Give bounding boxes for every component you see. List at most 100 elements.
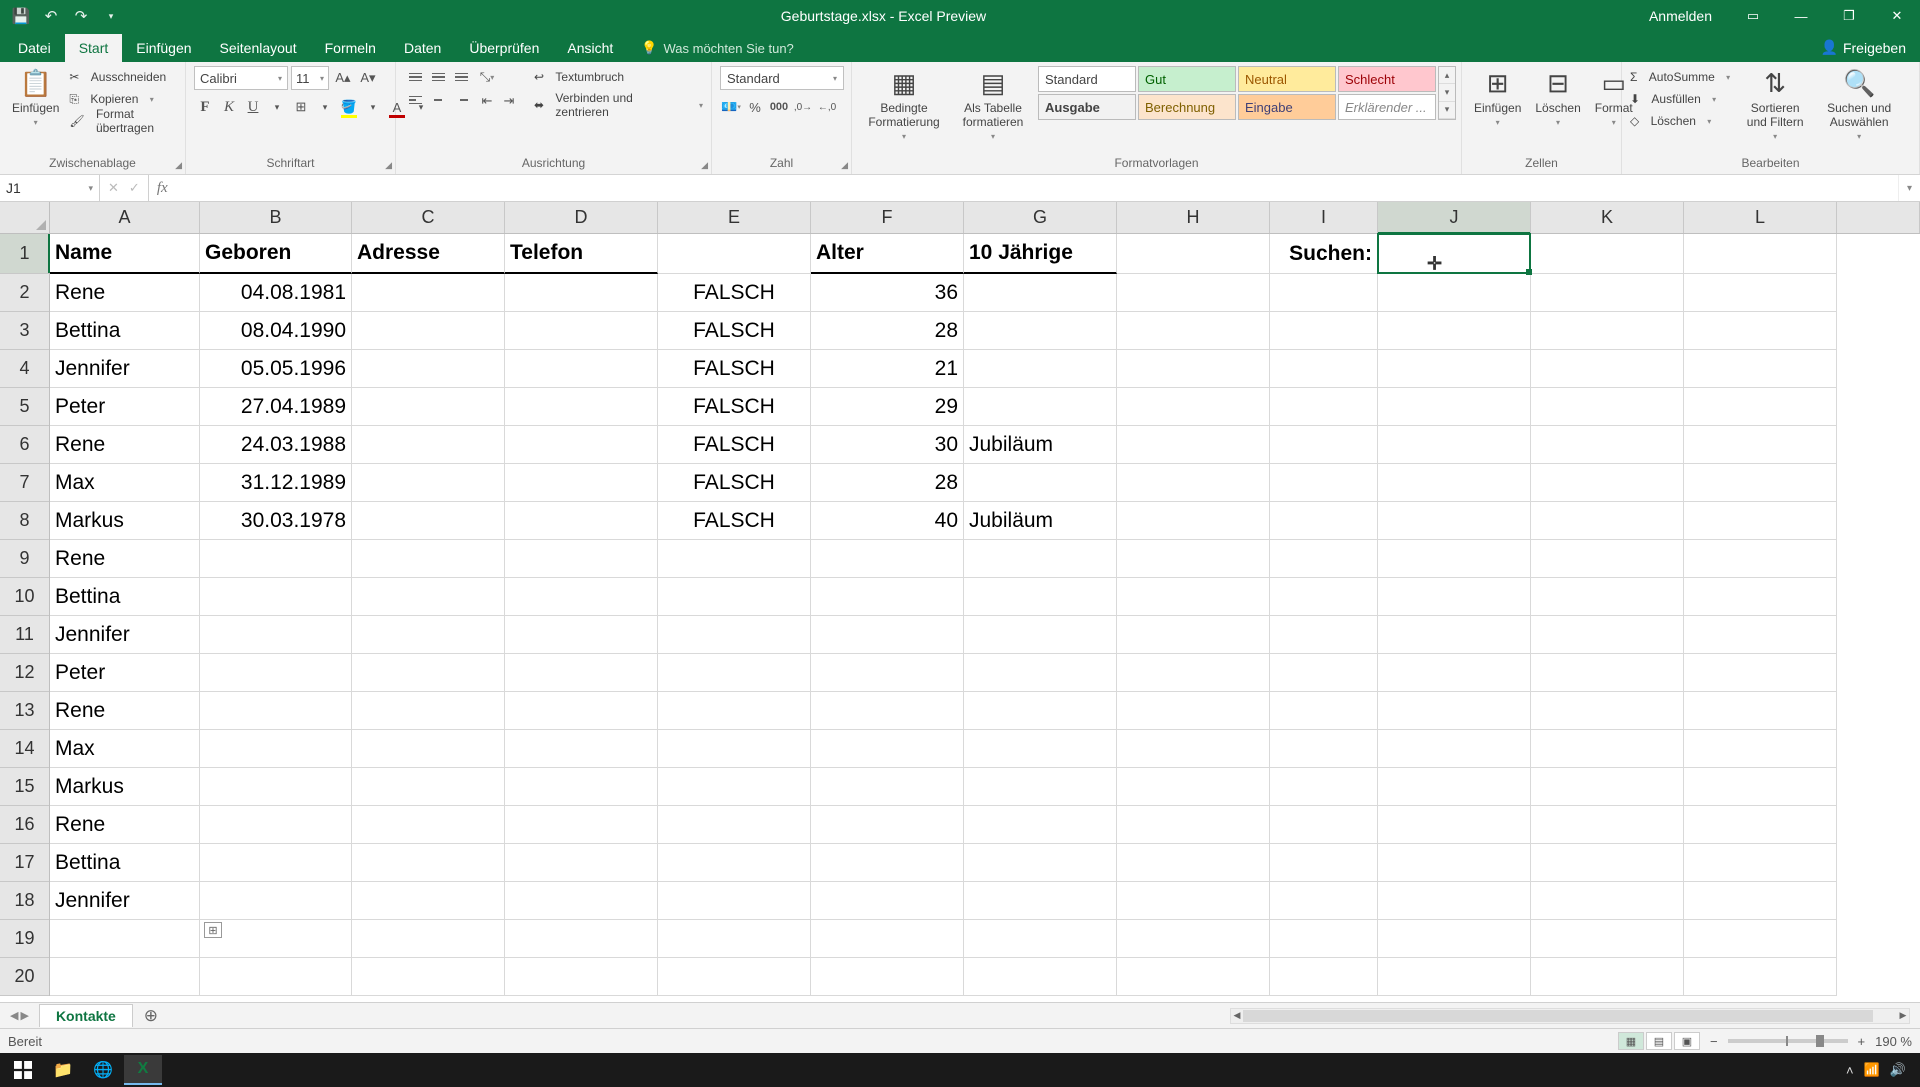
cell[interactable]: [811, 730, 964, 768]
cell[interactable]: [964, 312, 1117, 350]
cell[interactable]: [658, 768, 811, 806]
tab-data[interactable]: Daten: [390, 34, 455, 62]
cell[interactable]: [1684, 274, 1837, 312]
cell[interactable]: [1270, 502, 1378, 540]
cell[interactable]: [50, 958, 200, 996]
row-header-15[interactable]: 15: [0, 768, 49, 806]
cell[interactable]: [964, 844, 1117, 882]
cell[interactable]: [1531, 958, 1684, 996]
cell[interactable]: [1117, 426, 1270, 464]
add-sheet-icon[interactable]: ⊕: [139, 1004, 163, 1028]
cell[interactable]: [1117, 844, 1270, 882]
cell[interactable]: [1531, 350, 1684, 388]
row-header-2[interactable]: 2: [0, 274, 49, 312]
cell[interactable]: [1117, 578, 1270, 616]
cell[interactable]: [658, 806, 811, 844]
column-headers[interactable]: ABCDEFGHIJKL: [50, 202, 1920, 234]
cell[interactable]: [200, 920, 352, 958]
qat-customize-icon[interactable]: ▾: [98, 3, 124, 29]
cell[interactable]: 08.04.1990: [200, 312, 352, 350]
cell-area[interactable]: NameGeborenAdresseTelefonAlter10 Jährige…: [50, 234, 1920, 1002]
cell[interactable]: [352, 540, 505, 578]
cell[interactable]: 29: [811, 388, 964, 426]
cell[interactable]: Jubiläum: [964, 426, 1117, 464]
cell[interactable]: [200, 882, 352, 920]
share-button[interactable]: 👤 Freigeben: [1807, 33, 1920, 62]
cell[interactable]: Peter: [50, 388, 200, 426]
cell[interactable]: [352, 958, 505, 996]
cell[interactable]: [1531, 578, 1684, 616]
bold-button[interactable]: F: [194, 96, 216, 118]
redo-icon[interactable]: ↷: [68, 3, 94, 29]
cell[interactable]: [1531, 654, 1684, 692]
cell[interactable]: [1378, 654, 1531, 692]
fill-color-icon[interactable]: 🪣: [338, 96, 360, 118]
cell[interactable]: [200, 806, 352, 844]
cell[interactable]: [1684, 768, 1837, 806]
zoom-out-icon[interactable]: −: [1710, 1034, 1718, 1049]
row-header-8[interactable]: 8: [0, 502, 49, 540]
cell[interactable]: [811, 806, 964, 844]
cell[interactable]: Peter: [50, 654, 200, 692]
cell[interactable]: [1531, 616, 1684, 654]
grow-font-icon[interactable]: A▴: [332, 67, 354, 89]
cell[interactable]: [964, 958, 1117, 996]
cell[interactable]: [505, 540, 658, 578]
row-header-7[interactable]: 7: [0, 464, 49, 502]
cell[interactable]: [1684, 426, 1837, 464]
clear-button[interactable]: ◇ Löschen ▾: [1630, 110, 1730, 132]
select-all-corner[interactable]: [0, 202, 50, 234]
sort-filter-button[interactable]: ⇅Sortieren und Filtern▾: [1736, 66, 1814, 143]
cell[interactable]: [658, 692, 811, 730]
cell[interactable]: [1531, 730, 1684, 768]
cell[interactable]: [1684, 312, 1837, 350]
border-dd-icon[interactable]: ▾: [314, 96, 336, 118]
row-header-13[interactable]: 13: [0, 692, 49, 730]
undo-icon[interactable]: ↶: [38, 3, 64, 29]
cell[interactable]: [1684, 806, 1837, 844]
cell[interactable]: [505, 730, 658, 768]
cell[interactable]: [964, 882, 1117, 920]
cell[interactable]: [964, 806, 1117, 844]
align-bottom-icon[interactable]: [450, 66, 472, 88]
shrink-font-icon[interactable]: A▾: [357, 67, 379, 89]
cell[interactable]: [505, 654, 658, 692]
decrease-decimal-icon[interactable]: ←,0: [816, 96, 838, 118]
cell[interactable]: [964, 768, 1117, 806]
cell[interactable]: Rene: [50, 426, 200, 464]
cell[interactable]: Rene: [50, 540, 200, 578]
cell[interactable]: [1270, 882, 1378, 920]
tell-me-search[interactable]: 💡 Was möchten Sie tun?: [627, 34, 808, 62]
cell[interactable]: Rene: [50, 692, 200, 730]
tab-insert[interactable]: Einfügen: [122, 34, 205, 62]
hscroll-right-icon[interactable]: ▶: [1897, 1009, 1909, 1023]
cell[interactable]: 05.05.1996: [200, 350, 352, 388]
row-header-16[interactable]: 16: [0, 806, 49, 844]
sheet-next-icon[interactable]: ▶: [20, 1009, 28, 1022]
cell[interactable]: [352, 654, 505, 692]
name-box[interactable]: J1▾: [0, 175, 100, 201]
cell[interactable]: [811, 958, 964, 996]
indent-increase-icon[interactable]: ⇥: [498, 90, 520, 112]
align-top-icon[interactable]: [404, 66, 426, 88]
cell[interactable]: [1684, 350, 1837, 388]
cell[interactable]: [505, 806, 658, 844]
tab-start[interactable]: Start: [65, 34, 123, 62]
cell[interactable]: [1531, 312, 1684, 350]
cell[interactable]: [1117, 464, 1270, 502]
cell[interactable]: Jubiläum: [964, 502, 1117, 540]
font-launcher-icon[interactable]: ◢: [385, 160, 392, 171]
cell[interactable]: [1378, 502, 1531, 540]
cell[interactable]: [1531, 692, 1684, 730]
number-format-select[interactable]: Standard▾: [720, 66, 844, 90]
cell[interactable]: Alter: [811, 234, 964, 274]
cell[interactable]: Telefon: [505, 234, 658, 274]
cell[interactable]: FALSCH: [658, 274, 811, 312]
cell[interactable]: [1117, 274, 1270, 312]
system-tray[interactable]: ˄ 📶 🔊: [1836, 1062, 1916, 1078]
cell[interactable]: [1378, 844, 1531, 882]
cell[interactable]: [200, 844, 352, 882]
cell[interactable]: [1684, 654, 1837, 692]
cell[interactable]: [1270, 654, 1378, 692]
tab-view[interactable]: Ansicht: [553, 34, 627, 62]
